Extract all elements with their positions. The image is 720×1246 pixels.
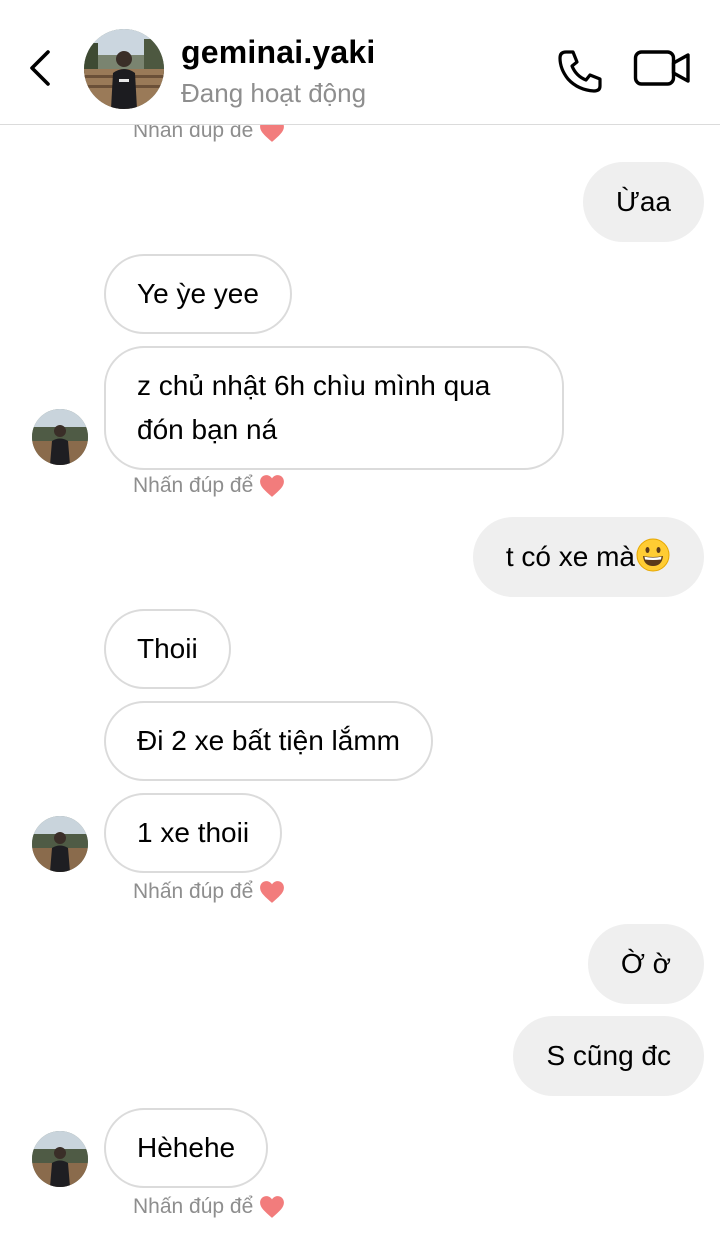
video-camera-icon[interactable] bbox=[633, 48, 691, 88]
message-bubble-outgoing[interactable]: t có xe mà bbox=[472, 517, 704, 597]
message-text: Thoii bbox=[137, 633, 198, 664]
profile-avatar[interactable] bbox=[84, 29, 164, 109]
message-list[interactable]: Nhấn đúp để Ừaa Ye ỳe yee z chủ nhật 6h … bbox=[0, 0, 720, 1246]
double-tap-hint: Nhấn đúp để bbox=[133, 474, 285, 498]
sender-avatar[interactable] bbox=[32, 409, 88, 465]
message-text: S cũng đc bbox=[546, 1040, 671, 1071]
message-bubble-outgoing[interactable]: Ừaa bbox=[582, 162, 704, 242]
message-text: Ờ ờ bbox=[620, 948, 671, 979]
double-tap-hint-text: Nhấn đúp để bbox=[133, 474, 254, 497]
message-bubble-incoming[interactable]: 1 xe thoii bbox=[104, 793, 283, 873]
avatar-photo bbox=[32, 816, 88, 872]
double-tap-hint-text: Nhấn đúp để bbox=[133, 880, 254, 903]
grinning-face-emoji bbox=[636, 538, 670, 572]
message-text: Ừaa bbox=[615, 186, 671, 217]
heart-icon[interactable] bbox=[259, 880, 285, 904]
double-tap-hint-text: Nhấn đúp để bbox=[133, 1195, 254, 1218]
double-tap-hint: Nhấn đúp để bbox=[133, 1195, 285, 1219]
message-text: z chủ nhật 6h chìu mình qua đón bạn ná bbox=[137, 370, 491, 445]
message-bubble-incoming[interactable]: Hèhehe bbox=[104, 1108, 269, 1188]
sender-avatar[interactable] bbox=[32, 1131, 88, 1187]
message-bubble-incoming[interactable]: Thoii bbox=[104, 609, 231, 689]
message-text: Hèhehe bbox=[137, 1132, 236, 1163]
message-text: Ye ỳe yee bbox=[137, 278, 259, 309]
heart-icon[interactable] bbox=[259, 1195, 285, 1219]
message-bubble-outgoing[interactable]: S cũng đc bbox=[513, 1016, 704, 1096]
message-text: Đi 2 xe bất tiện lắmm bbox=[137, 725, 400, 756]
avatar-photo bbox=[84, 29, 164, 109]
message-text: t có xe mà bbox=[505, 541, 635, 572]
message-bubble-incoming[interactable]: Ye ỳe yee bbox=[104, 254, 292, 334]
avatar-photo bbox=[32, 409, 88, 465]
sender-avatar[interactable] bbox=[32, 816, 88, 872]
message-bubble-incoming[interactable]: z chủ nhật 6h chìu mình qua đón bạn ná bbox=[104, 346, 564, 470]
chat-username[interactable]: geminai.yaki bbox=[181, 34, 376, 71]
message-bubble-incoming[interactable]: Đi 2 xe bất tiện lắmm bbox=[104, 701, 433, 781]
heart-icon[interactable] bbox=[259, 474, 285, 498]
active-status: Đang hoạt động bbox=[181, 78, 367, 108]
avatar-photo bbox=[32, 1131, 88, 1187]
message-bubble-outgoing[interactable]: Ờ ờ bbox=[587, 924, 704, 1004]
message-text: 1 xe thoii bbox=[137, 817, 250, 848]
chevron-left-icon[interactable] bbox=[26, 48, 58, 88]
phone-icon[interactable] bbox=[556, 48, 604, 94]
chat-header: geminai.yaki Đang hoạt động bbox=[0, 0, 720, 125]
double-tap-hint: Nhấn đúp để bbox=[133, 880, 285, 904]
